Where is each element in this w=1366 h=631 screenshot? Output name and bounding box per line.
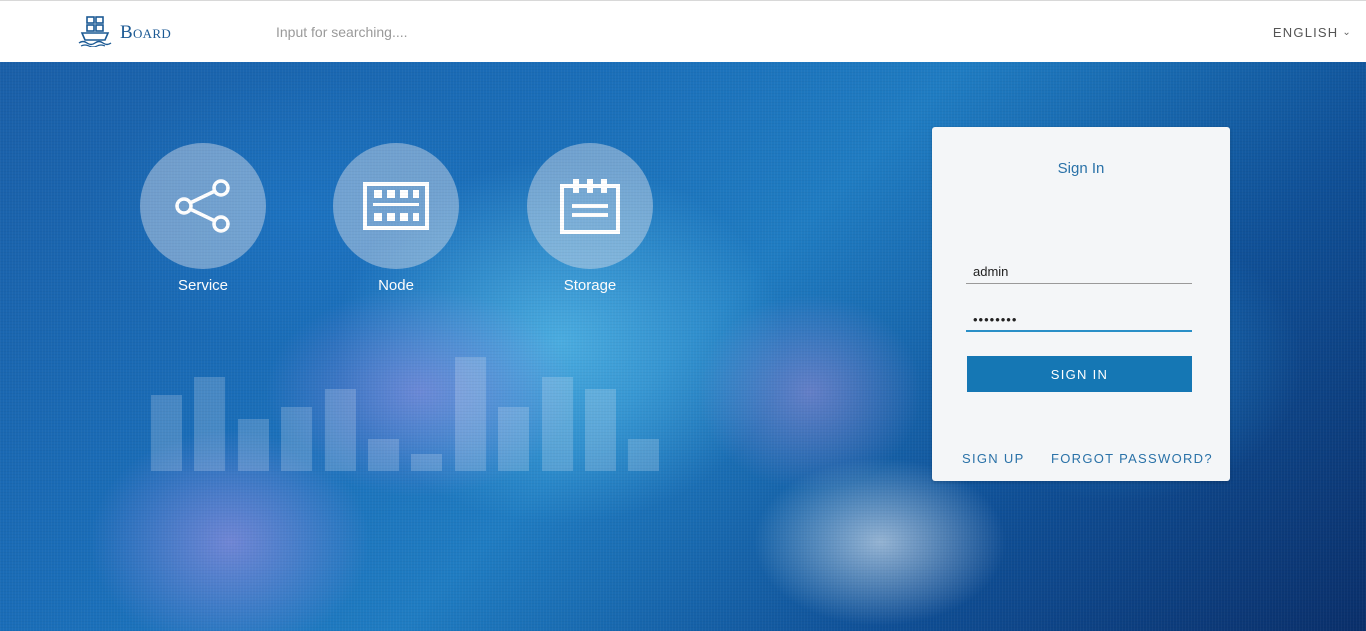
decor-bar (628, 439, 660, 471)
decor-bar (411, 454, 443, 471)
sign-in-button[interactable]: SIGN IN (967, 356, 1192, 392)
feature-storage-label: Storage (563, 277, 617, 294)
storage-box-icon (560, 179, 620, 234)
feature-service-circle (140, 143, 266, 269)
decor-bar (324, 389, 356, 471)
decor-bar (541, 377, 573, 471)
language-label: ENGLISH (1272, 25, 1339, 40)
decor-bar (585, 389, 616, 471)
feature-service-label: Service (177, 277, 229, 294)
sign-up-link[interactable]: SIGN UP (962, 451, 1025, 466)
feature-node-label: Node (378, 277, 414, 294)
logo-text: Board (120, 22, 172, 43)
decor-bar (368, 439, 399, 471)
top-header: Board ENGLISH ⌄ (0, 0, 1366, 62)
feature-service[interactable]: Service (140, 143, 266, 294)
decorative-bar-graphic (0, 62, 700, 631)
forgot-password-link[interactable]: FORGOT PASSWORD? (1051, 451, 1213, 466)
decor-bar (151, 395, 182, 471)
feature-storage-circle (527, 143, 653, 269)
decor-bar (454, 357, 486, 471)
decor-bar (194, 377, 226, 471)
login-title: Sign In (1057, 160, 1105, 177)
feature-node[interactable]: Node (333, 143, 459, 294)
share-icon (175, 179, 230, 233)
chevron-down-icon: ⌄ (1342, 27, 1352, 38)
decor-bar (281, 407, 313, 471)
language-selector[interactable]: ENGLISH ⌄ (1273, 25, 1352, 40)
server-node-icon (363, 182, 429, 230)
ship-containers-icon (78, 15, 112, 52)
decor-bar (237, 419, 269, 471)
feature-storage[interactable]: Storage (527, 143, 653, 294)
password-field[interactable] (966, 308, 1192, 332)
search-input[interactable] (270, 19, 670, 45)
feature-node-circle (333, 143, 459, 269)
logo[interactable]: Board (78, 15, 172, 52)
decor-bar (498, 407, 530, 471)
login-card: Sign In SIGN IN SIGN UP FORGOT PASSWORD? (932, 127, 1230, 481)
username-field[interactable] (966, 260, 1192, 284)
